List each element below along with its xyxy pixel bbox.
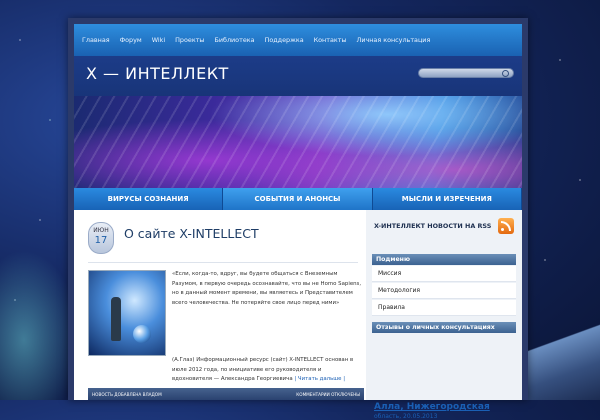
nav-item-library[interactable]: Библиотека xyxy=(214,36,254,44)
submenu-item-rules[interactable]: Правила xyxy=(372,300,516,316)
testimonial-link[interactable]: Алла, Нижегородская xyxy=(374,402,490,412)
top-navigation: Главная Форум Wiki Проекты Библиотека По… xyxy=(74,24,522,57)
post-thumbnail xyxy=(88,270,166,356)
post-quote: «Если, когда-то, вдруг, вы будете общать… xyxy=(172,271,362,307)
post-title[interactable]: О сайте X-INTELLECT xyxy=(124,226,259,241)
sidebar: X-ИНТЕЛЛЕКТ НОВОСТИ НА RSS Подменю Мисси… xyxy=(366,210,522,420)
testimonial-subtitle: область, 20.05.2013 xyxy=(374,413,438,420)
post-excerpt: (А.Глаз) Информационный ресурс (сайт) X-… xyxy=(172,356,362,385)
person-figure xyxy=(111,297,121,341)
nav-item-contacts[interactable]: Контакты xyxy=(314,36,347,44)
post-date-badge: ИЮН 17 xyxy=(88,222,114,254)
nav-item-projects[interactable]: Проекты xyxy=(175,36,204,44)
site-title[interactable]: X — ИНТЕЛЛЕКТ xyxy=(86,64,229,83)
post-meta-bar: НОВОСТЬ ДОБАВЛЕНА ВЛАДОМ КОММЕНТАРИИ ОТК… xyxy=(88,388,364,400)
category-tabs: ВИРУСЫ СОЗНАНИЯ СОБЫТИЯ И АНОНСЫ МЫСЛИ И… xyxy=(74,188,522,210)
rss-heading: X-ИНТЕЛЛЕКТ НОВОСТИ НА RSS xyxy=(374,222,492,230)
nav-item-consultation[interactable]: Личная консультация xyxy=(357,36,431,44)
submenu-title: Подменю xyxy=(372,254,516,265)
reviews-title: Отзывы о личных консультациях xyxy=(372,322,516,333)
search-icon[interactable] xyxy=(502,70,509,77)
rss-icon[interactable] xyxy=(498,218,514,234)
divider xyxy=(88,262,358,263)
main-content: ИЮН 17 О сайте X-INTELLECT «Если, когда-… xyxy=(74,210,366,400)
site-header: X — ИНТЕЛЛЕКТ xyxy=(74,56,522,188)
post-comments-status: КОММЕНТАРИИ ОТКЛЮЧЕНЫ xyxy=(296,391,360,397)
read-more-link[interactable]: | Читать дальше | xyxy=(294,376,345,382)
submenu-item-mission[interactable]: Миссия xyxy=(372,266,516,282)
nav-item-support[interactable]: Поддержка xyxy=(265,36,304,44)
nav-item-wiki[interactable]: Wiki xyxy=(152,36,165,44)
header-banner-image xyxy=(74,96,522,188)
post-date-month: ИЮН xyxy=(93,227,109,234)
tab-viruses[interactable]: ВИРУСЫ СОЗНАНИЯ xyxy=(74,188,224,210)
planet-icon xyxy=(133,325,151,343)
page-wrapper: Главная Форум Wiki Проекты Библиотека По… xyxy=(68,18,528,420)
tab-thoughts[interactable]: МЫСЛИ И ИЗРЕЧЕНИЯ xyxy=(372,188,522,210)
submenu-item-methodology[interactable]: Методология xyxy=(372,283,516,299)
post-date-day: 17 xyxy=(94,235,108,246)
post-author: НОВОСТЬ ДОБАВЛЕНА ВЛАДОМ xyxy=(92,391,162,397)
tab-events[interactable]: СОБЫТИЯ И АНОНСЫ xyxy=(223,188,373,210)
nav-item-forum[interactable]: Форум xyxy=(120,36,142,44)
search-input[interactable] xyxy=(418,68,514,78)
nav-item-home[interactable]: Главная xyxy=(82,36,110,44)
